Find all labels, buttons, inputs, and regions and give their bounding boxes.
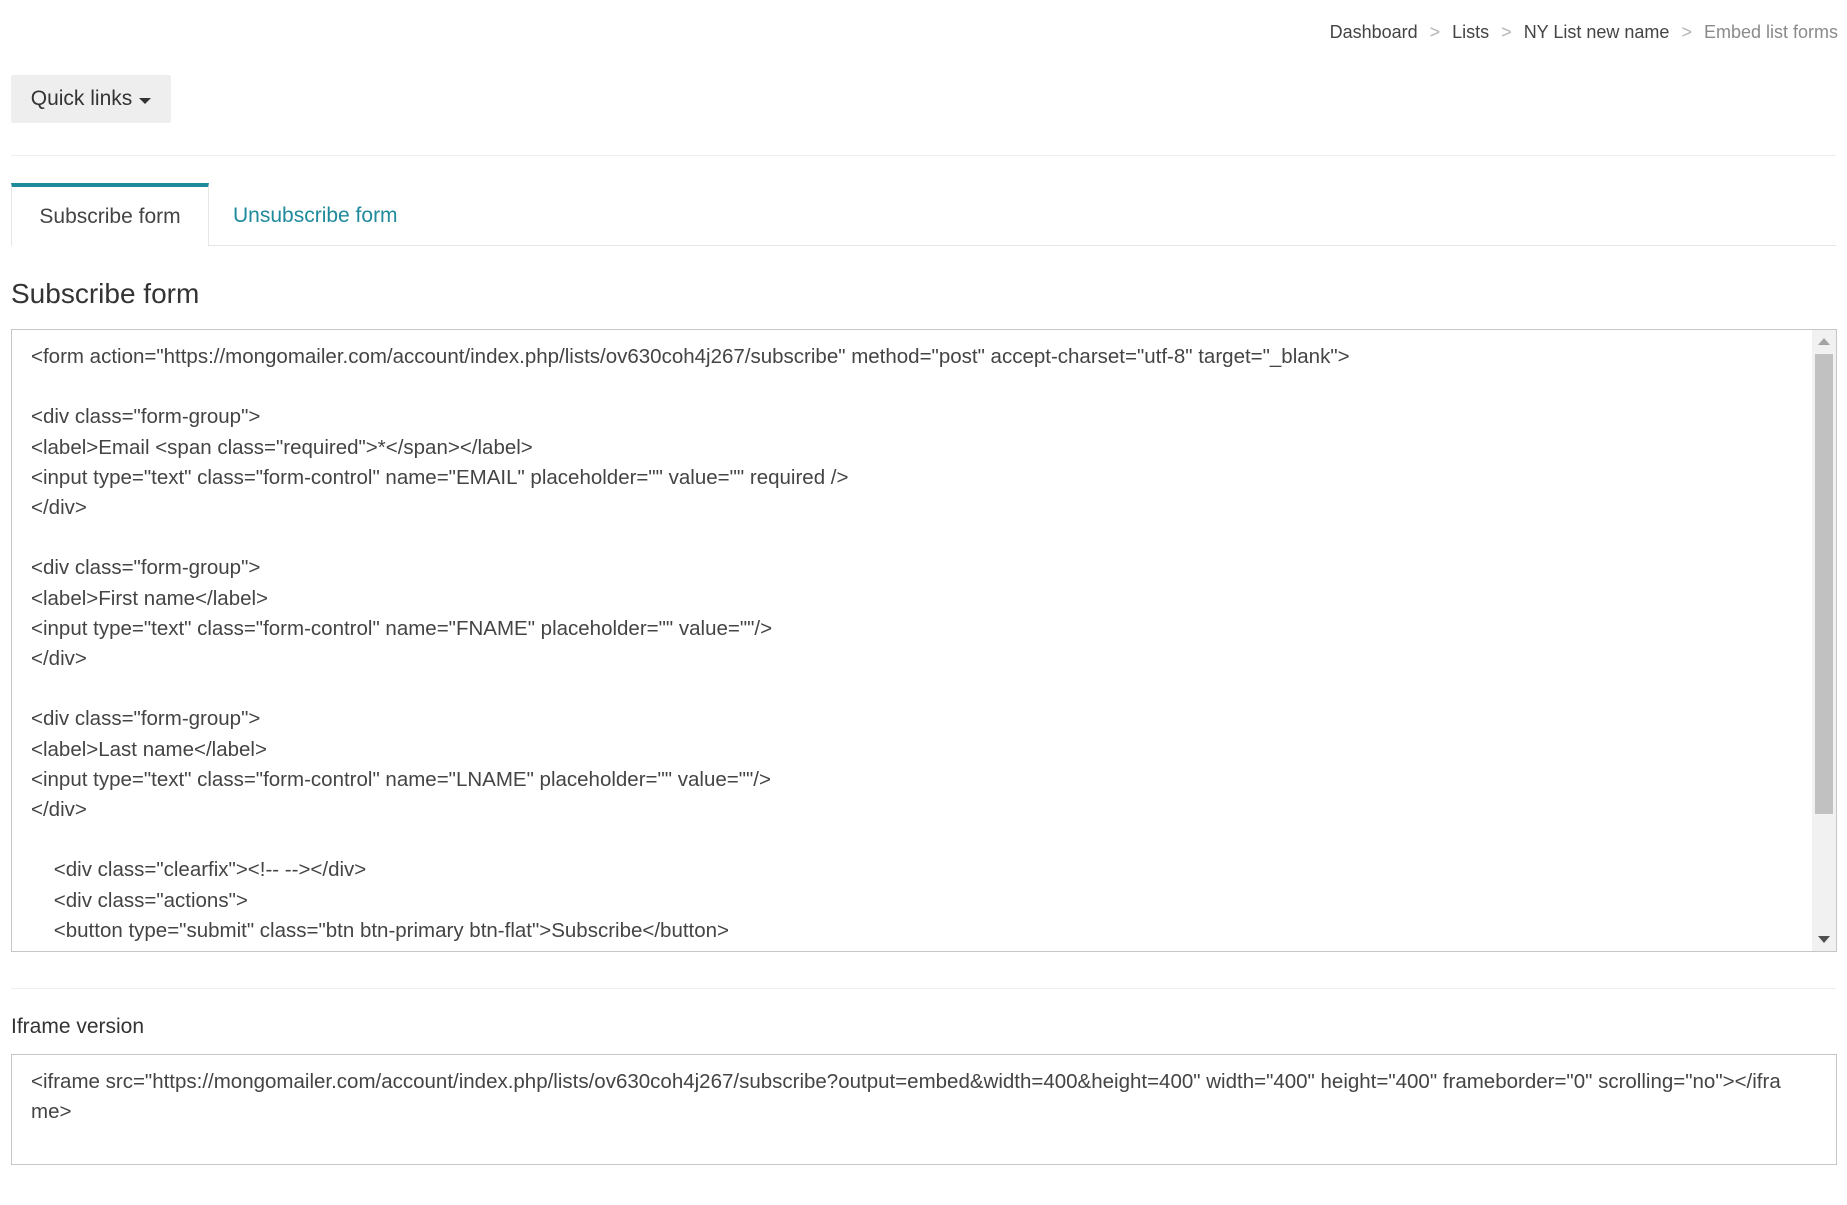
tab-unsubscribe-form[interactable]: Unsubscribe form — [233, 183, 398, 245]
scrollbar-thumb[interactable] — [1815, 354, 1833, 814]
breadcrumb-separator: > — [1681, 22, 1692, 42]
divider — [11, 155, 1836, 156]
section-title: Subscribe form — [11, 278, 200, 309]
breadcrumb: Dashboard > Lists > NY List new name > E… — [1330, 22, 1838, 43]
breadcrumb-lists[interactable]: Lists — [1452, 22, 1489, 43]
subscribe-form-code-textarea[interactable]: <form action="https://mongomailer.com/ac… — [11, 329, 1837, 952]
iframe-version-label: Iframe version — [11, 1015, 145, 1038]
breadcrumb-dashboard[interactable]: Dashboard — [1330, 22, 1418, 43]
tab-subscribe-form[interactable]: Subscribe form — [11, 183, 209, 246]
breadcrumb-separator: > — [1429, 22, 1441, 42]
quick-links-button[interactable]: Quick links — [11, 75, 171, 123]
breadcrumb-separator: > — [1501, 22, 1512, 42]
iframe-code[interactable]: <iframe src="https://mongomailer.com/acc… — [31, 1067, 1796, 1127]
quick-links-label: Quick links — [30, 87, 133, 110]
divider — [11, 988, 1836, 989]
subscribe-form-code[interactable]: <form action="https://mongomailer.com/ac… — [31, 342, 1806, 951]
scroll-down-arrow-icon[interactable] — [1818, 936, 1830, 943]
vertical-scrollbar[interactable] — [1812, 330, 1836, 951]
scroll-up-arrow-icon[interactable] — [1818, 338, 1830, 345]
breadcrumb-current: Embed list forms — [1703, 22, 1838, 42]
form-tabs: Subscribe form Unsubscribe form — [11, 183, 1836, 246]
caret-down-icon — [139, 97, 152, 104]
breadcrumb-list-name[interactable]: NY List new name — [1524, 22, 1670, 43]
iframe-code-textarea[interactable]: <iframe src="https://mongomailer.com/acc… — [11, 1054, 1837, 1165]
